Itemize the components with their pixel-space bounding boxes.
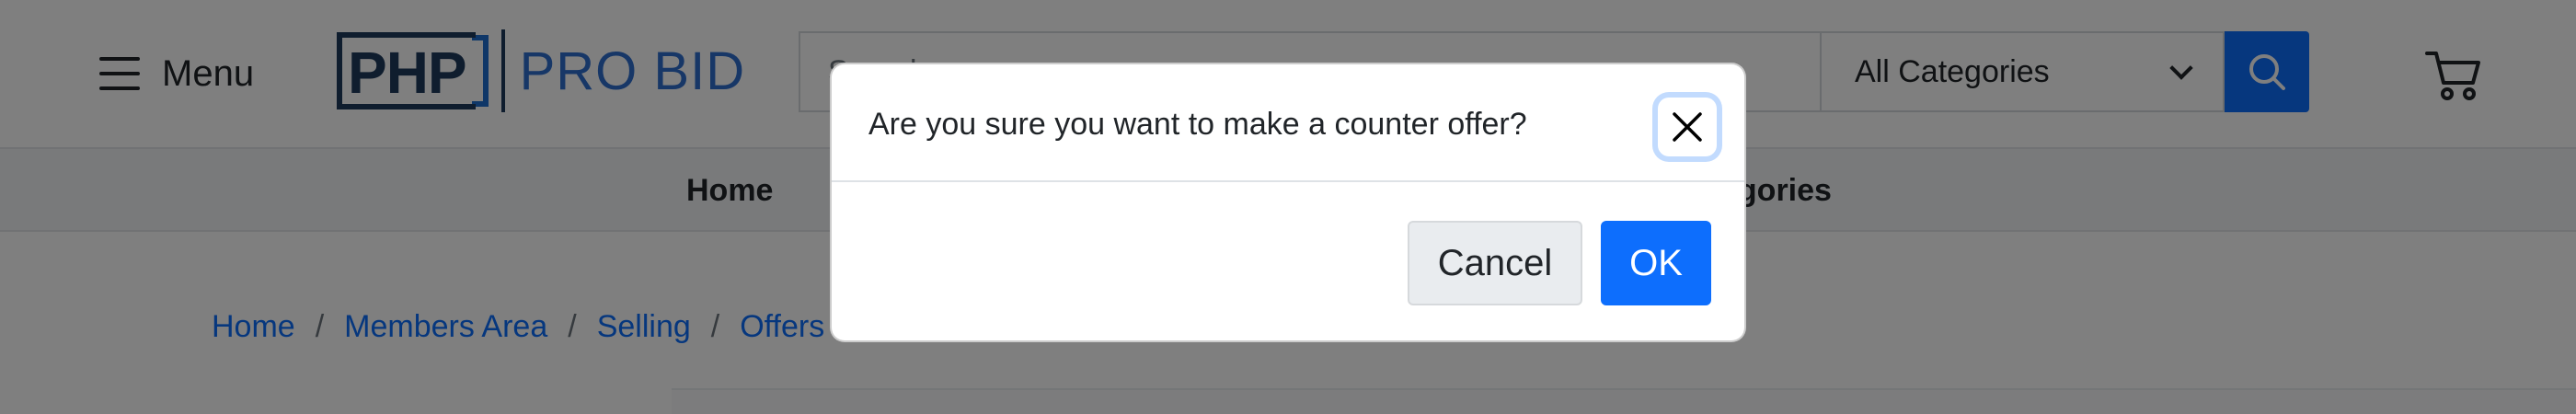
confirm-dialog: Are you sure you want to make a counter … bbox=[830, 63, 1746, 342]
dialog-footer: Cancel OK bbox=[832, 184, 1744, 340]
close-button[interactable] bbox=[1658, 98, 1717, 156]
close-icon bbox=[1673, 112, 1702, 142]
page: Menu PHP PRO BID Search All Categories bbox=[0, 0, 2576, 414]
ok-button[interactable]: OK bbox=[1601, 221, 1711, 305]
dialog-message: Are you sure you want to make a counter … bbox=[868, 107, 1527, 142]
dialog-header: Are you sure you want to make a counter … bbox=[832, 64, 1744, 182]
cancel-button[interactable]: Cancel bbox=[1408, 221, 1582, 305]
